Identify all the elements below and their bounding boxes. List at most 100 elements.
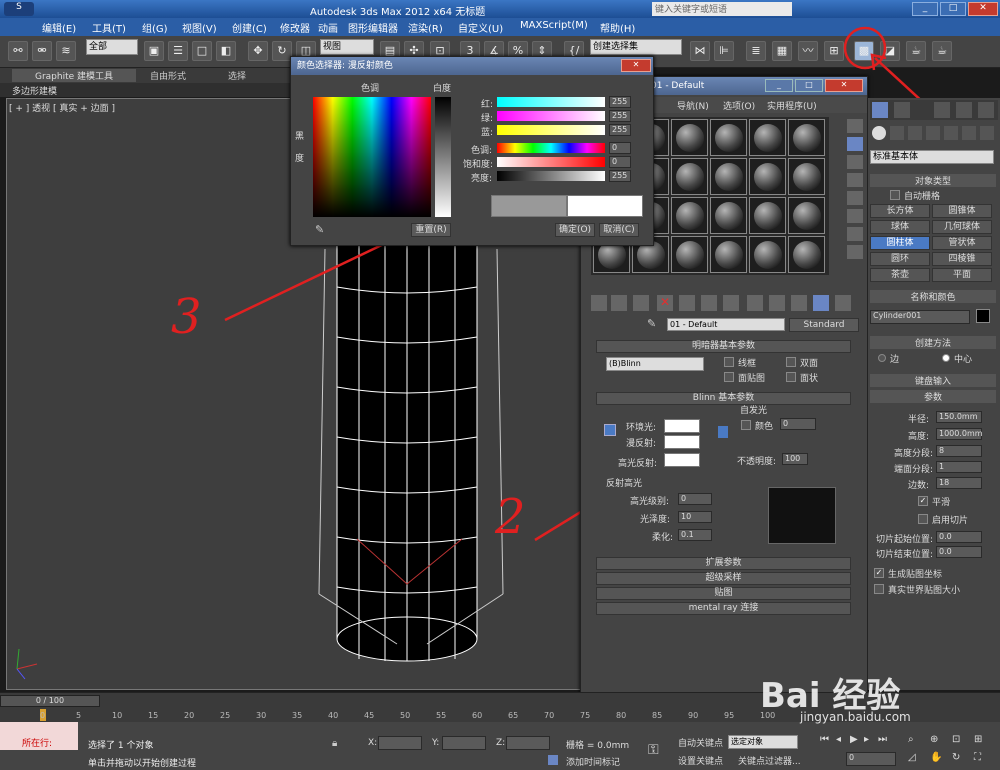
parameters-rollout[interactable]: 参数 [870, 390, 996, 403]
material-id-icon[interactable] [747, 295, 763, 311]
sample-slot[interactable] [710, 197, 747, 234]
sample-slot[interactable] [749, 197, 786, 234]
slice-from-input[interactable]: 0.0 [936, 531, 982, 543]
menu-maxscript[interactable]: MAXScript(M) [520, 20, 588, 31]
me-minimize-button[interactable]: _ [765, 79, 793, 92]
bind-spacewarp-icon[interactable]: ≋ [56, 41, 76, 61]
height-segments-input[interactable]: 8 [936, 445, 982, 457]
uv-tiling-icon[interactable] [847, 173, 863, 187]
show-end-result-icon[interactable] [791, 295, 807, 311]
sphere-button[interactable]: 球体 [870, 220, 930, 234]
fov-icon[interactable]: ◿ [908, 752, 916, 763]
color-picker-eyedropper-icon[interactable]: ✎ [315, 223, 329, 237]
selection-filter-dropdown[interactable]: 全部 [86, 39, 138, 55]
sample-type-icon[interactable] [847, 119, 863, 133]
play-icon[interactable]: ▶ [850, 734, 858, 745]
key-filters-button[interactable]: 关键点过滤器... [738, 754, 801, 767]
put-to-scene-icon[interactable] [611, 295, 627, 311]
torus-button[interactable]: 圆环 [870, 252, 930, 266]
align-icon[interactable]: ⊫ [714, 41, 734, 61]
extended-params-rollout[interactable]: 扩展参数 [596, 557, 851, 570]
edge-radio[interactable] [878, 354, 886, 362]
material-name-field[interactable]: 01 - Default [667, 318, 785, 331]
select-by-material-icon[interactable] [847, 245, 863, 259]
opacity-input[interactable]: 100 [782, 453, 808, 465]
blue-slider[interactable] [497, 125, 605, 135]
motion-tab-icon[interactable] [934, 102, 950, 118]
shapes-icon[interactable] [890, 126, 904, 140]
search-input[interactable]: 键入关键字或短语 [652, 2, 792, 16]
orbit-icon[interactable]: ↻ [952, 752, 960, 763]
blue-input[interactable]: 255 [609, 124, 631, 136]
menu-rendering[interactable]: 渲染(R) [408, 20, 443, 35]
sample-slot[interactable] [788, 197, 825, 234]
me-menu-options[interactable]: 选项(O) [723, 99, 755, 112]
ref-coord-dropdown[interactable]: 视图 [320, 39, 374, 55]
menu-views[interactable]: 视图(V) [182, 20, 217, 35]
make-preview-icon[interactable] [847, 209, 863, 223]
tube-button[interactable]: 管状体 [932, 236, 992, 250]
menu-create[interactable]: 创建(C) [232, 20, 267, 35]
box-button[interactable]: 长方体 [870, 204, 930, 218]
me-maximize-button[interactable]: □ [795, 79, 823, 92]
height-input[interactable]: 1000.0mm [936, 428, 983, 440]
utilities-tab-icon[interactable] [978, 102, 994, 118]
geometry-icon[interactable] [872, 126, 886, 140]
layer-manager-icon[interactable]: ≣ [746, 41, 766, 61]
create-tab-icon[interactable] [872, 102, 888, 118]
move-icon[interactable]: ✥ [248, 41, 268, 61]
menu-animation[interactable]: 动画 [318, 20, 338, 35]
make-copy-icon[interactable] [679, 295, 695, 311]
me-close-button[interactable]: ✕ [825, 79, 863, 92]
me-menu-utilities[interactable]: 实用程序(U) [767, 99, 817, 112]
render-production-icon[interactable]: ☕ [932, 41, 952, 61]
diffuse-map-button[interactable] [718, 426, 728, 438]
show-map-icon[interactable] [769, 295, 785, 311]
spacewarps-icon[interactable] [962, 126, 976, 140]
go-to-parent-icon[interactable] [813, 295, 829, 311]
z-coordinate-input[interactable] [506, 736, 550, 750]
menu-help[interactable]: 帮助(H) [600, 20, 635, 35]
zoom-icon[interactable]: ⌕ [908, 734, 914, 745]
material-type-button[interactable]: Standard [789, 318, 859, 332]
eyedropper-icon[interactable]: ✎ [647, 317, 661, 331]
hue-blackness-field[interactable] [313, 97, 431, 217]
link-icon[interactable]: ⚯ [8, 41, 28, 61]
cylinder-button[interactable]: 圆柱体 [870, 236, 930, 250]
sample-slot[interactable] [749, 119, 786, 156]
app-logo-icon[interactable]: S [4, 2, 34, 16]
named-selection-dropdown[interactable]: 创建选择集 [590, 39, 682, 55]
next-frame-icon[interactable]: ▸ [864, 734, 869, 745]
cone-button[interactable]: 圆锥体 [932, 204, 992, 218]
cameras-icon[interactable] [926, 126, 940, 140]
green-slider[interactable] [497, 111, 605, 121]
me-menu-navigation[interactable]: 导航(N) [677, 99, 709, 112]
menu-graph-editors[interactable]: 图形编辑器 [348, 20, 398, 35]
slice-to-input[interactable]: 0.0 [936, 546, 982, 558]
add-time-tag[interactable]: 添加时间标记 [566, 755, 620, 768]
maxscript-listener[interactable]: 所在行: [0, 722, 78, 750]
sample-slot[interactable] [710, 158, 747, 195]
object-name-input[interactable]: Cylinder001 [870, 310, 970, 324]
shader-basic-rollout[interactable]: 明暗器基本参数 [596, 340, 851, 353]
tab-graphite[interactable]: Graphite 建模工具 [12, 69, 136, 82]
rendered-frame-icon[interactable]: ☕ [906, 41, 926, 61]
self-illum-input[interactable]: 0 [780, 418, 816, 430]
sample-slot[interactable] [671, 158, 708, 195]
current-frame-input[interactable]: 0 [846, 752, 896, 766]
assign-material-icon[interactable] [633, 295, 649, 311]
zoom-extents-icon[interactable]: ⊡ [952, 734, 960, 745]
rect-selection-icon[interactable]: □ [192, 41, 212, 61]
saturation-input[interactable]: 0 [609, 156, 631, 168]
spec-level-input[interactable]: 0 [678, 493, 712, 505]
material-editor-icon[interactable]: ▩ [854, 41, 874, 61]
value-input[interactable]: 255 [609, 170, 631, 182]
color-picker-dialog[interactable]: 颜色选择器: 漫反射颜色 ✕ 色调 白度 黑 度 重置(R) ✎ 红: 255 … [290, 56, 654, 246]
systems-icon[interactable] [980, 126, 994, 140]
two-sided-checkbox[interactable] [786, 357, 796, 367]
color-picker-close-button[interactable]: ✕ [621, 59, 651, 72]
blinn-basic-rollout[interactable]: Blinn 基本参数 [596, 392, 851, 405]
mirror-icon[interactable]: ⋈ [690, 41, 710, 61]
zoom-extents-all-icon[interactable]: ⊞ [974, 734, 982, 745]
keyboard-entry-rollout[interactable]: 键盘输入 [870, 374, 996, 387]
